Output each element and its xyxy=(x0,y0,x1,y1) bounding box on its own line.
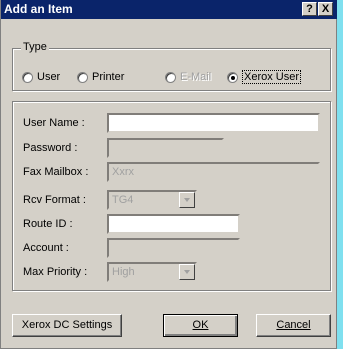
max-priority-value: High xyxy=(112,266,135,278)
radio-email: E-Mail xyxy=(165,69,211,85)
add-item-dialog: Add an Item ? X Type User Printer E-Mail… xyxy=(0,0,338,349)
user-name-input[interactable] xyxy=(107,113,320,133)
radio-printer-label: Printer xyxy=(92,71,125,83)
rcv-format-select: TG4 xyxy=(107,190,197,210)
radio-printer[interactable]: Printer xyxy=(77,69,124,85)
radio-printer-dot[interactable] xyxy=(77,71,88,83)
user-name-label: User Name : xyxy=(23,117,85,129)
radio-user-dot[interactable] xyxy=(22,71,33,83)
radio-user[interactable]: User xyxy=(22,69,60,85)
password-input xyxy=(107,138,224,158)
background-strip xyxy=(337,0,343,349)
radio-xerox-user[interactable]: Xerox User xyxy=(227,69,302,85)
close-button[interactable]: X xyxy=(318,2,333,16)
route-id-label: Route ID : xyxy=(23,218,73,230)
radio-email-dot xyxy=(165,71,176,83)
account-label: Account : xyxy=(23,242,69,254)
max-priority-label: Max Priority : xyxy=(23,266,88,278)
xerox-dc-settings-button[interactable]: Xerox DC Settings xyxy=(12,314,122,337)
chevron-down-icon xyxy=(179,192,195,208)
password-label: Password : xyxy=(23,142,78,154)
chevron-down-icon xyxy=(179,264,195,280)
rcv-format-value: TG4 xyxy=(112,194,134,206)
window-title: Add an Item xyxy=(4,2,73,16)
cancel-button[interactable]: Cancel xyxy=(256,314,331,337)
fax-mailbox-input: Xxrx xyxy=(107,162,320,182)
fax-mailbox-label: Fax Mailbox : xyxy=(23,166,89,178)
radio-user-label: User xyxy=(37,71,61,83)
type-group-title: Type xyxy=(21,41,49,53)
ok-button-label: OK xyxy=(192,319,209,331)
radio-email-label: E-Mail xyxy=(180,71,212,83)
account-input xyxy=(107,238,240,258)
radio-xerox-user-dot[interactable] xyxy=(227,71,238,83)
max-priority-select: High xyxy=(107,262,197,282)
ok-button[interactable]: OK xyxy=(163,314,238,337)
route-id-input[interactable] xyxy=(107,214,240,234)
rcv-format-label: Rcv Format : xyxy=(23,194,86,206)
radio-xerox-user-label: Xerox User xyxy=(242,70,302,84)
title-bar: Add an Item ? X xyxy=(1,0,338,19)
help-button[interactable]: ? xyxy=(302,2,317,16)
cancel-button-label: Cancel xyxy=(276,319,311,331)
